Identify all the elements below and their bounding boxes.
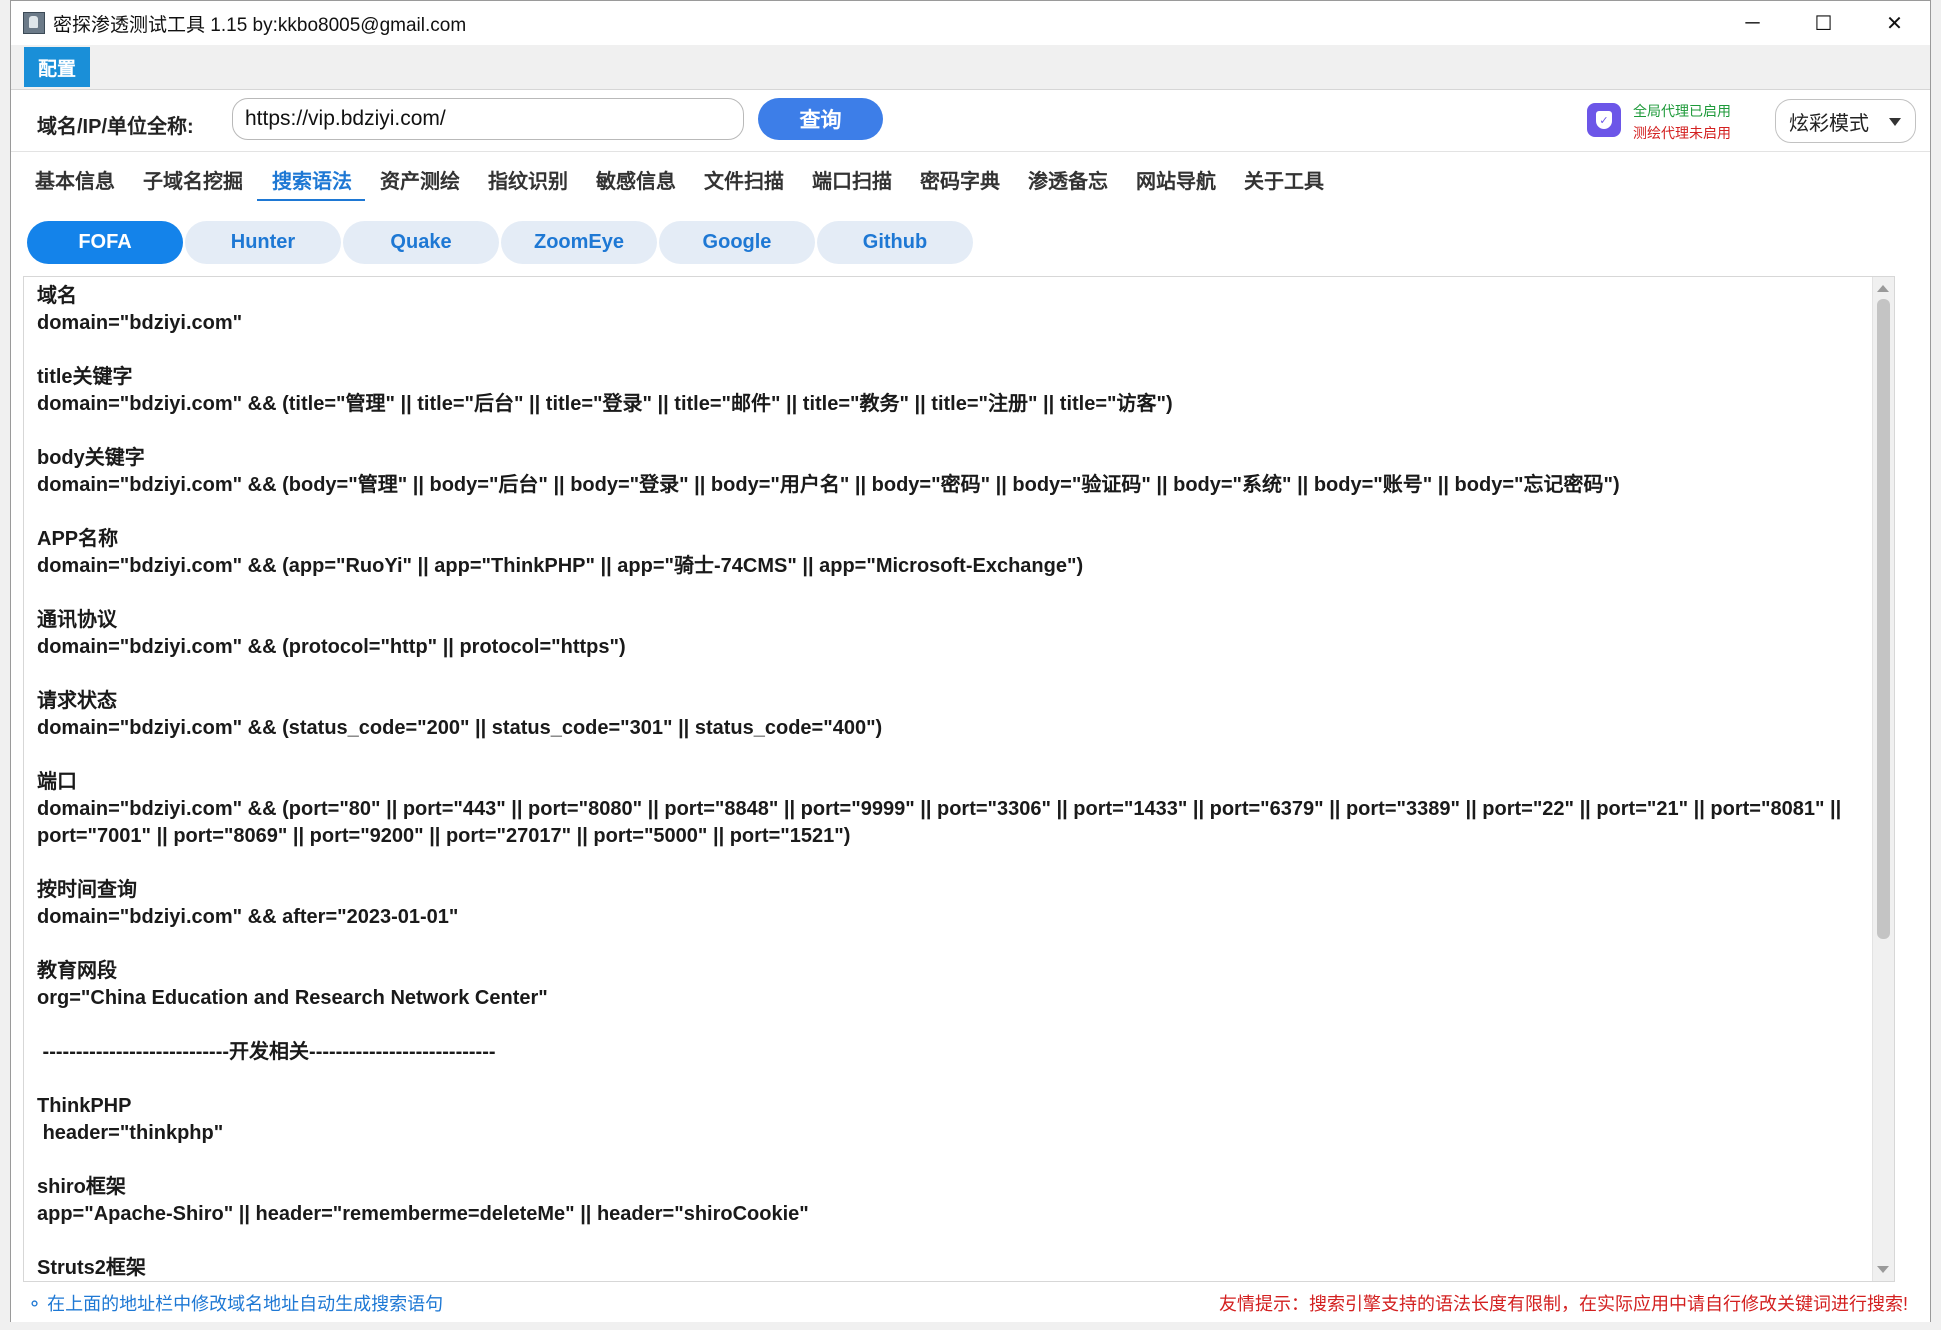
mode-select[interactable]: 炫彩模式 xyxy=(1775,99,1916,143)
block-query: domain="bdziyi.com" xyxy=(37,312,243,334)
syntax-block: shiro框架 app="Apache-Shiro" || header="re… xyxy=(37,1174,1894,1228)
query-button[interactable]: 查询 xyxy=(758,98,883,140)
engine-github[interactable]: Github xyxy=(817,221,973,264)
tab-fingerprint[interactable]: 指纹识别 xyxy=(488,165,568,194)
block-query: domain="bdziyi.com" && (protocol="http" … xyxy=(37,636,626,658)
block-title: 通讯协议 xyxy=(37,609,117,631)
block-title: body关键字 xyxy=(37,447,145,469)
syntax-block: 教育网段 org="China Education and Research N… xyxy=(37,958,1894,1012)
syntax-block: 端口 domain="bdziyi.com" && (port="80" || … xyxy=(37,769,1894,850)
status-hint: ⚬ 在上面的地址栏中修改域名地址自动生成搜索语句 xyxy=(27,1294,444,1314)
syntax-text: 域名 domain="bdziyi.com" title关键字 domain="… xyxy=(24,277,1894,1281)
block-query: header="thinkphp" xyxy=(37,1122,224,1144)
app-icon xyxy=(23,12,45,34)
chevron-down-icon xyxy=(1889,118,1901,126)
block-title: 请求状态 xyxy=(37,690,117,712)
block-title: title关键字 xyxy=(37,366,133,388)
scroll-down-icon[interactable] xyxy=(1877,1266,1889,1273)
syntax-block: ThinkPHP header="thinkphp" xyxy=(37,1093,1894,1147)
query-label: 域名/IP/单位全称: xyxy=(37,116,194,138)
engine-fofa[interactable]: FOFA xyxy=(27,221,183,264)
syntax-block: 通讯协议 domain="bdziyi.com" && (protocol="h… xyxy=(37,607,1894,661)
tab-file-scan[interactable]: 文件扫描 xyxy=(704,165,784,194)
window-controls: ─ ☐ ✕ xyxy=(1717,1,1930,45)
engine-google[interactable]: Google xyxy=(659,221,815,264)
domain-input[interactable] xyxy=(232,98,744,140)
scroll-up-icon[interactable] xyxy=(1877,285,1889,292)
minimize-button[interactable]: ─ xyxy=(1717,1,1788,45)
global-proxy-status: 全局代理已启用 xyxy=(1633,103,1731,119)
mapping-proxy-status: 测绘代理未启用 xyxy=(1633,125,1731,141)
menu-config[interactable]: 配置 xyxy=(24,47,90,87)
tab-password-dict[interactable]: 密码字典 xyxy=(920,165,1000,194)
block-title: 域名 xyxy=(37,285,77,307)
block-query: domain="bdziyi.com" && (status_code="200… xyxy=(37,717,883,739)
block-query: domain="bdziyi.com" && after="2023-01-01… xyxy=(37,906,459,928)
close-button[interactable]: ✕ xyxy=(1859,1,1930,45)
block-query: domain="bdziyi.com" && (port="80" || por… xyxy=(37,798,1847,847)
block-title: 按时间查询 xyxy=(37,879,137,901)
block-query: org="China Education and Research Networ… xyxy=(37,987,548,1009)
maximize-button[interactable]: ☐ xyxy=(1788,1,1859,45)
syntax-block: Struts2框架 xyxy=(37,1255,1894,1281)
block-title: Struts2框架 xyxy=(37,1257,146,1279)
block-title: 教育网段 xyxy=(37,960,117,982)
tab-sensitive-info[interactable]: 敏感信息 xyxy=(596,165,676,194)
engine-tabs: FOFA Hunter Quake ZoomEye Google Github xyxy=(11,201,1930,271)
syntax-text-area[interactable]: 域名 domain="bdziyi.com" title关键字 domain="… xyxy=(23,276,1895,1282)
block-title: APP名称 xyxy=(37,528,119,550)
block-title: ThinkPHP xyxy=(37,1095,132,1117)
mode-select-value: 炫彩模式 xyxy=(1789,112,1869,135)
query-row: 域名/IP/单位全称: 查询 ✓ 全局代理已启用 测绘代理未启用 炫彩模式 xyxy=(11,89,1930,152)
block-title: 端口 xyxy=(37,771,77,793)
tab-port-scan[interactable]: 端口扫描 xyxy=(812,165,892,194)
syntax-block: APP名称 domain="bdziyi.com" && (app="RuoYi… xyxy=(37,526,1894,580)
tab-asset-mapping[interactable]: 资产测绘 xyxy=(380,165,460,194)
syntax-block: 按时间查询 domain="bdziyi.com" && after="2023… xyxy=(37,877,1894,931)
block-query: app="Apache-Shiro" || header="rememberme… xyxy=(37,1203,809,1225)
tab-basic-info[interactable]: 基本信息 xyxy=(35,165,115,194)
syntax-block: title关键字 domain="bdziyi.com" && (title="… xyxy=(37,364,1894,418)
status-bar: ⚬ 在上面的地址栏中修改域名地址自动生成搜索语句 友情提示：搜索引擎支持的语法长… xyxy=(11,1282,1930,1322)
shield-icon[interactable]: ✓ xyxy=(1587,103,1621,137)
syntax-block: 请求状态 domain="bdziyi.com" && (status_code… xyxy=(37,688,1894,742)
tab-search-syntax[interactable]: 搜索语法 xyxy=(272,165,352,194)
tab-about[interactable]: 关于工具 xyxy=(1244,165,1324,194)
tab-pentest-memo[interactable]: 渗透备忘 xyxy=(1028,165,1108,194)
check-icon: ✓ xyxy=(1596,111,1612,129)
window-title: 密探渗透测试工具 1.15 by:kkbo8005@gmail.com xyxy=(53,14,467,36)
main-tabs: 基本信息 子域名挖掘 搜索语法 资产测绘 指纹识别 敏感信息 文件扫描 端口扫描… xyxy=(11,151,1930,203)
app-window: 密探渗透测试工具 1.15 by:kkbo8005@gmail.com ─ ☐ … xyxy=(10,0,1931,1322)
tab-site-nav[interactable]: 网站导航 xyxy=(1136,165,1216,194)
block-title: shiro框架 xyxy=(37,1176,126,1198)
block-query: domain="bdziyi.com" && (title="管理" || ti… xyxy=(37,393,1173,415)
scrollbar-thumb[interactable] xyxy=(1877,299,1890,939)
vertical-scrollbar[interactable] xyxy=(1872,277,1894,1281)
engine-hunter[interactable]: Hunter xyxy=(185,221,341,264)
block-query: domain="bdziyi.com" && (body="管理" || bod… xyxy=(37,474,1620,496)
status-warning: 友情提示：搜索引擎支持的语法长度有限制，在实际应用中请自行修改关键词进行搜索! xyxy=(1219,1294,1908,1314)
block-query: domain="bdziyi.com" && (app="RuoYi" || a… xyxy=(37,555,1084,577)
section-divider: ----------------------------开发相关--------… xyxy=(37,1041,496,1063)
syntax-block: body关键字 domain="bdziyi.com" && (body="管理… xyxy=(37,445,1894,499)
syntax-block: 域名 domain="bdziyi.com" xyxy=(37,283,1894,337)
menu-bar: 配置 xyxy=(11,45,1930,89)
title-bar: 密探渗透测试工具 1.15 by:kkbo8005@gmail.com ─ ☐ … xyxy=(11,1,1930,45)
proxy-status: 全局代理已启用 测绘代理未启用 xyxy=(1633,100,1731,144)
engine-quake[interactable]: Quake xyxy=(343,221,499,264)
engine-zoomeye[interactable]: ZoomEye xyxy=(501,221,657,264)
tab-subdomain[interactable]: 子域名挖掘 xyxy=(143,165,243,194)
